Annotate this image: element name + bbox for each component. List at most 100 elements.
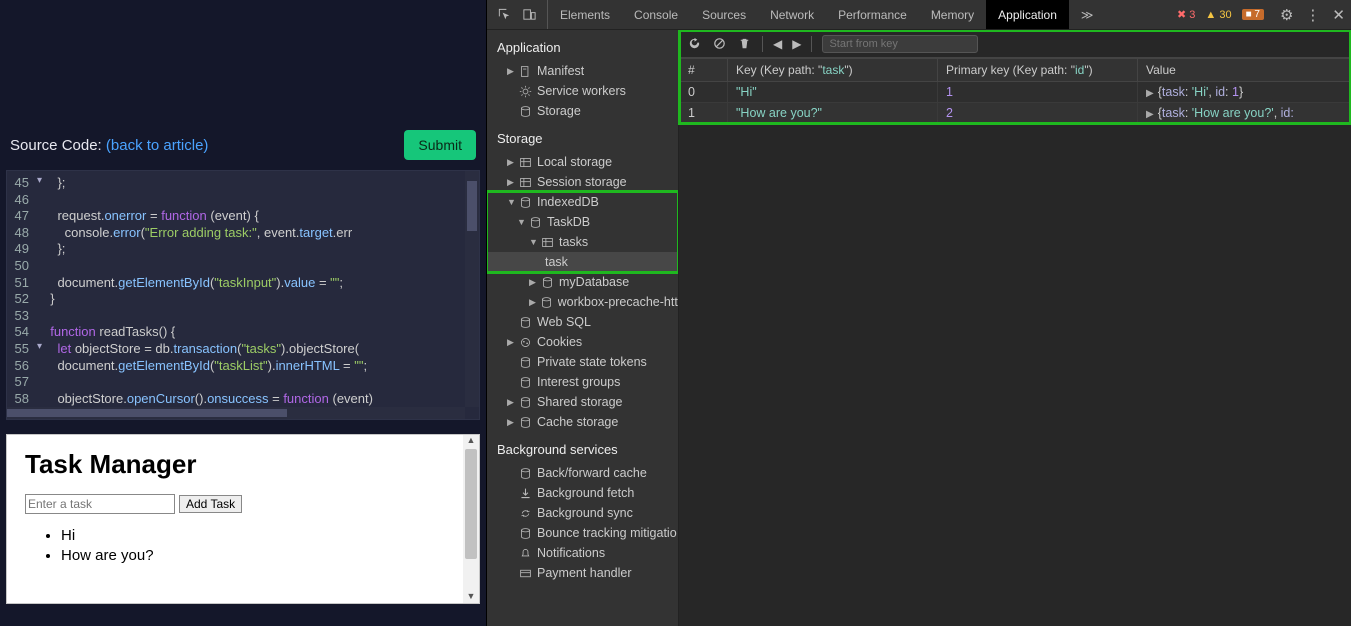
refresh-icon[interactable] <box>687 36 702 51</box>
th-primary-key[interactable]: Primary key (Key path: "id") <box>938 59 1138 82</box>
section-application: Application <box>487 30 678 61</box>
application-sidebar: Application ▶ManifestService workers Stor… <box>487 30 679 626</box>
tab-performance[interactable]: Performance <box>826 0 919 29</box>
editor-hscroll-thumb[interactable] <box>7 409 287 417</box>
idb-toolbar: ◀ ▶ <box>679 30 1351 58</box>
sidebar-item-cookies[interactable]: ▶Cookies <box>487 332 678 352</box>
sidebar-item-label: Private state tokens <box>537 355 647 369</box>
sidebar-item-shared-storage[interactable]: ▶Shared storage <box>487 392 678 412</box>
tab-network[interactable]: Network <box>758 0 826 29</box>
issues-badge[interactable]: ■ 7 <box>1242 9 1264 20</box>
submit-button[interactable]: Submit <box>404 130 476 160</box>
caret-right-icon[interactable]: ▶ <box>507 337 517 348</box>
editor-code[interactable]: }; request.onerror = function (event) { … <box>35 171 479 419</box>
caret-down-icon[interactable]: ▼ <box>507 197 517 207</box>
editor-vscroll-thumb[interactable] <box>467 181 477 231</box>
editor-hscrollbar[interactable] <box>7 407 465 419</box>
task-input[interactable] <box>25 494 175 514</box>
sidebar-item-label: Bounce tracking mitigatio <box>537 526 677 540</box>
sidebar-item-tasks-store[interactable]: ▼ tasks <box>487 232 678 252</box>
preview-pane: Task Manager Add Task HiHow are you? ▲ ▼ <box>6 434 480 604</box>
sidebar-item-workbox-precache-http[interactable]: ▶workbox-precache-http <box>487 292 678 312</box>
caret-right-icon[interactable]: ▶ <box>507 66 517 77</box>
sidebar-item-label: Payment handler <box>537 566 632 580</box>
sidebar-item-web-sql[interactable]: Web SQL <box>487 312 678 332</box>
errors-badge[interactable]: ✖ 3 <box>1177 8 1195 21</box>
sidebar-item-manifest[interactable]: ▶Manifest <box>487 61 678 81</box>
sidebar-item-mydatabase[interactable]: ▶myDatabase <box>487 272 678 292</box>
close-icon[interactable]: ✕ <box>1326 6 1351 24</box>
sidebar-item-private-state-tokens[interactable]: Private state tokens <box>487 352 678 372</box>
preview-vscrollbar[interactable]: ▲ ▼ <box>463 435 479 603</box>
page-prev-icon[interactable]: ◀ <box>773 37 782 51</box>
caret-right-icon[interactable]: ▶ <box>529 277 539 288</box>
tab-memory[interactable]: Memory <box>919 0 986 29</box>
caret-right-icon[interactable]: ▶ <box>507 397 517 408</box>
sidebar-item-label: Storage <box>537 104 581 118</box>
tab-application[interactable]: Application <box>986 0 1069 29</box>
sidebar-item-indexeddb[interactable]: ▼ IndexedDB <box>487 192 678 212</box>
tab-console[interactable]: Console <box>622 0 690 29</box>
tabs-overflow-icon[interactable]: ≫ <box>1069 0 1106 30</box>
editor-gutter: 454647484950515253545556575859 <box>7 171 35 419</box>
fold-caret-icon[interactable]: ▾ <box>37 341 42 352</box>
editor-vscrollbar[interactable] <box>465 171 479 407</box>
caret-right-icon[interactable]: ▶ <box>507 417 517 428</box>
idb-data-table[interactable]: # Key (Key path: "task") Primary key (Ke… <box>679 58 1351 124</box>
sidebar-item-label: Interest groups <box>537 375 620 389</box>
sidebar-item-payment-handler[interactable]: Payment handler <box>487 563 678 583</box>
start-from-key-input[interactable] <box>822 35 978 53</box>
kebab-menu-icon[interactable]: ⋮ <box>1299 6 1326 24</box>
th-key[interactable]: Key (Key path: "task") <box>728 59 938 82</box>
scroll-up-icon[interactable]: ▲ <box>465 435 477 447</box>
table-row[interactable]: 1"How are you?"2▶{task: 'How are you?', … <box>680 103 1351 124</box>
devtools-status-badges[interactable]: ✖ 3 ▲ 30 ■ 7 <box>1167 8 1274 21</box>
trash-icon[interactable] <box>737 36 752 51</box>
sidebar-item-interest-groups[interactable]: Interest groups <box>487 372 678 392</box>
sidebar-item-bounce-tracking-mitigatio[interactable]: Bounce tracking mitigatio <box>487 523 678 543</box>
db-icon <box>517 356 533 369</box>
sidebar-item-session-storage[interactable]: ▶ Session storage <box>487 172 678 192</box>
sidebar-item-background-sync[interactable]: Background sync <box>487 503 678 523</box>
db-icon <box>538 296 553 309</box>
sidebar-item-label: Cache storage <box>537 415 618 429</box>
tab-sources[interactable]: Sources <box>690 0 758 29</box>
preview-vscroll-thumb[interactable] <box>465 449 477 559</box>
block-icon[interactable] <box>712 36 727 51</box>
sidebar-item-service-workers[interactable]: Service workers <box>487 81 678 101</box>
back-to-article-link[interactable]: (back to article) <box>106 137 209 154</box>
device-icon[interactable] <box>522 7 537 22</box>
sidebar-item-local-storage[interactable]: ▶Local storage <box>487 152 678 172</box>
fetch-icon <box>517 487 533 500</box>
sidebar-item-label: Session storage <box>537 175 627 189</box>
caret-right-icon[interactable]: ▶ <box>507 157 517 168</box>
database-icon <box>527 216 543 229</box>
caret-right-icon[interactable]: ▶ <box>529 297 538 308</box>
th-index[interactable]: # <box>680 59 728 82</box>
db-icon <box>539 276 555 289</box>
sidebar-item-cache-storage[interactable]: ▶ Cache storage <box>487 412 678 432</box>
caret-down-icon[interactable]: ▼ <box>529 237 539 247</box>
caret-down-icon[interactable]: ▼ <box>517 217 527 227</box>
th-value[interactable]: Value <box>1138 59 1351 82</box>
db-icon <box>517 376 533 389</box>
warnings-badge[interactable]: ▲ 30 <box>1205 9 1231 21</box>
grid-icon <box>517 156 533 169</box>
sidebar-item-back-forward-cache[interactable]: Back/forward cache <box>487 463 678 483</box>
inspect-icon[interactable] <box>497 7 512 22</box>
sidebar-item-task-index[interactable]: task <box>487 252 678 272</box>
tab-elements[interactable]: Elements <box>548 0 622 29</box>
add-task-button[interactable]: Add Task <box>179 495 242 513</box>
scroll-down-icon[interactable]: ▼ <box>465 591 477 603</box>
code-editor[interactable]: 454647484950515253545556575859 }; reques… <box>6 170 480 420</box>
caret-right-icon[interactable]: ▶ <box>507 177 517 188</box>
sidebar-item-taskdb[interactable]: ▼ TaskDB <box>487 212 678 232</box>
sidebar-item-label: Background sync <box>537 506 633 520</box>
sidebar-item-notifications[interactable]: Notifications <box>487 543 678 563</box>
sidebar-item-background-fetch[interactable]: Background fetch <box>487 483 678 503</box>
gear-icon[interactable]: ⚙ <box>1274 6 1299 24</box>
table-row[interactable]: 0"Hi"1▶{task: 'Hi', id: 1} <box>680 82 1351 103</box>
page-next-icon[interactable]: ▶ <box>792 37 801 51</box>
fold-caret-icon[interactable]: ▾ <box>37 175 42 186</box>
sidebar-item-storage[interactable]: Storage <box>487 101 678 121</box>
